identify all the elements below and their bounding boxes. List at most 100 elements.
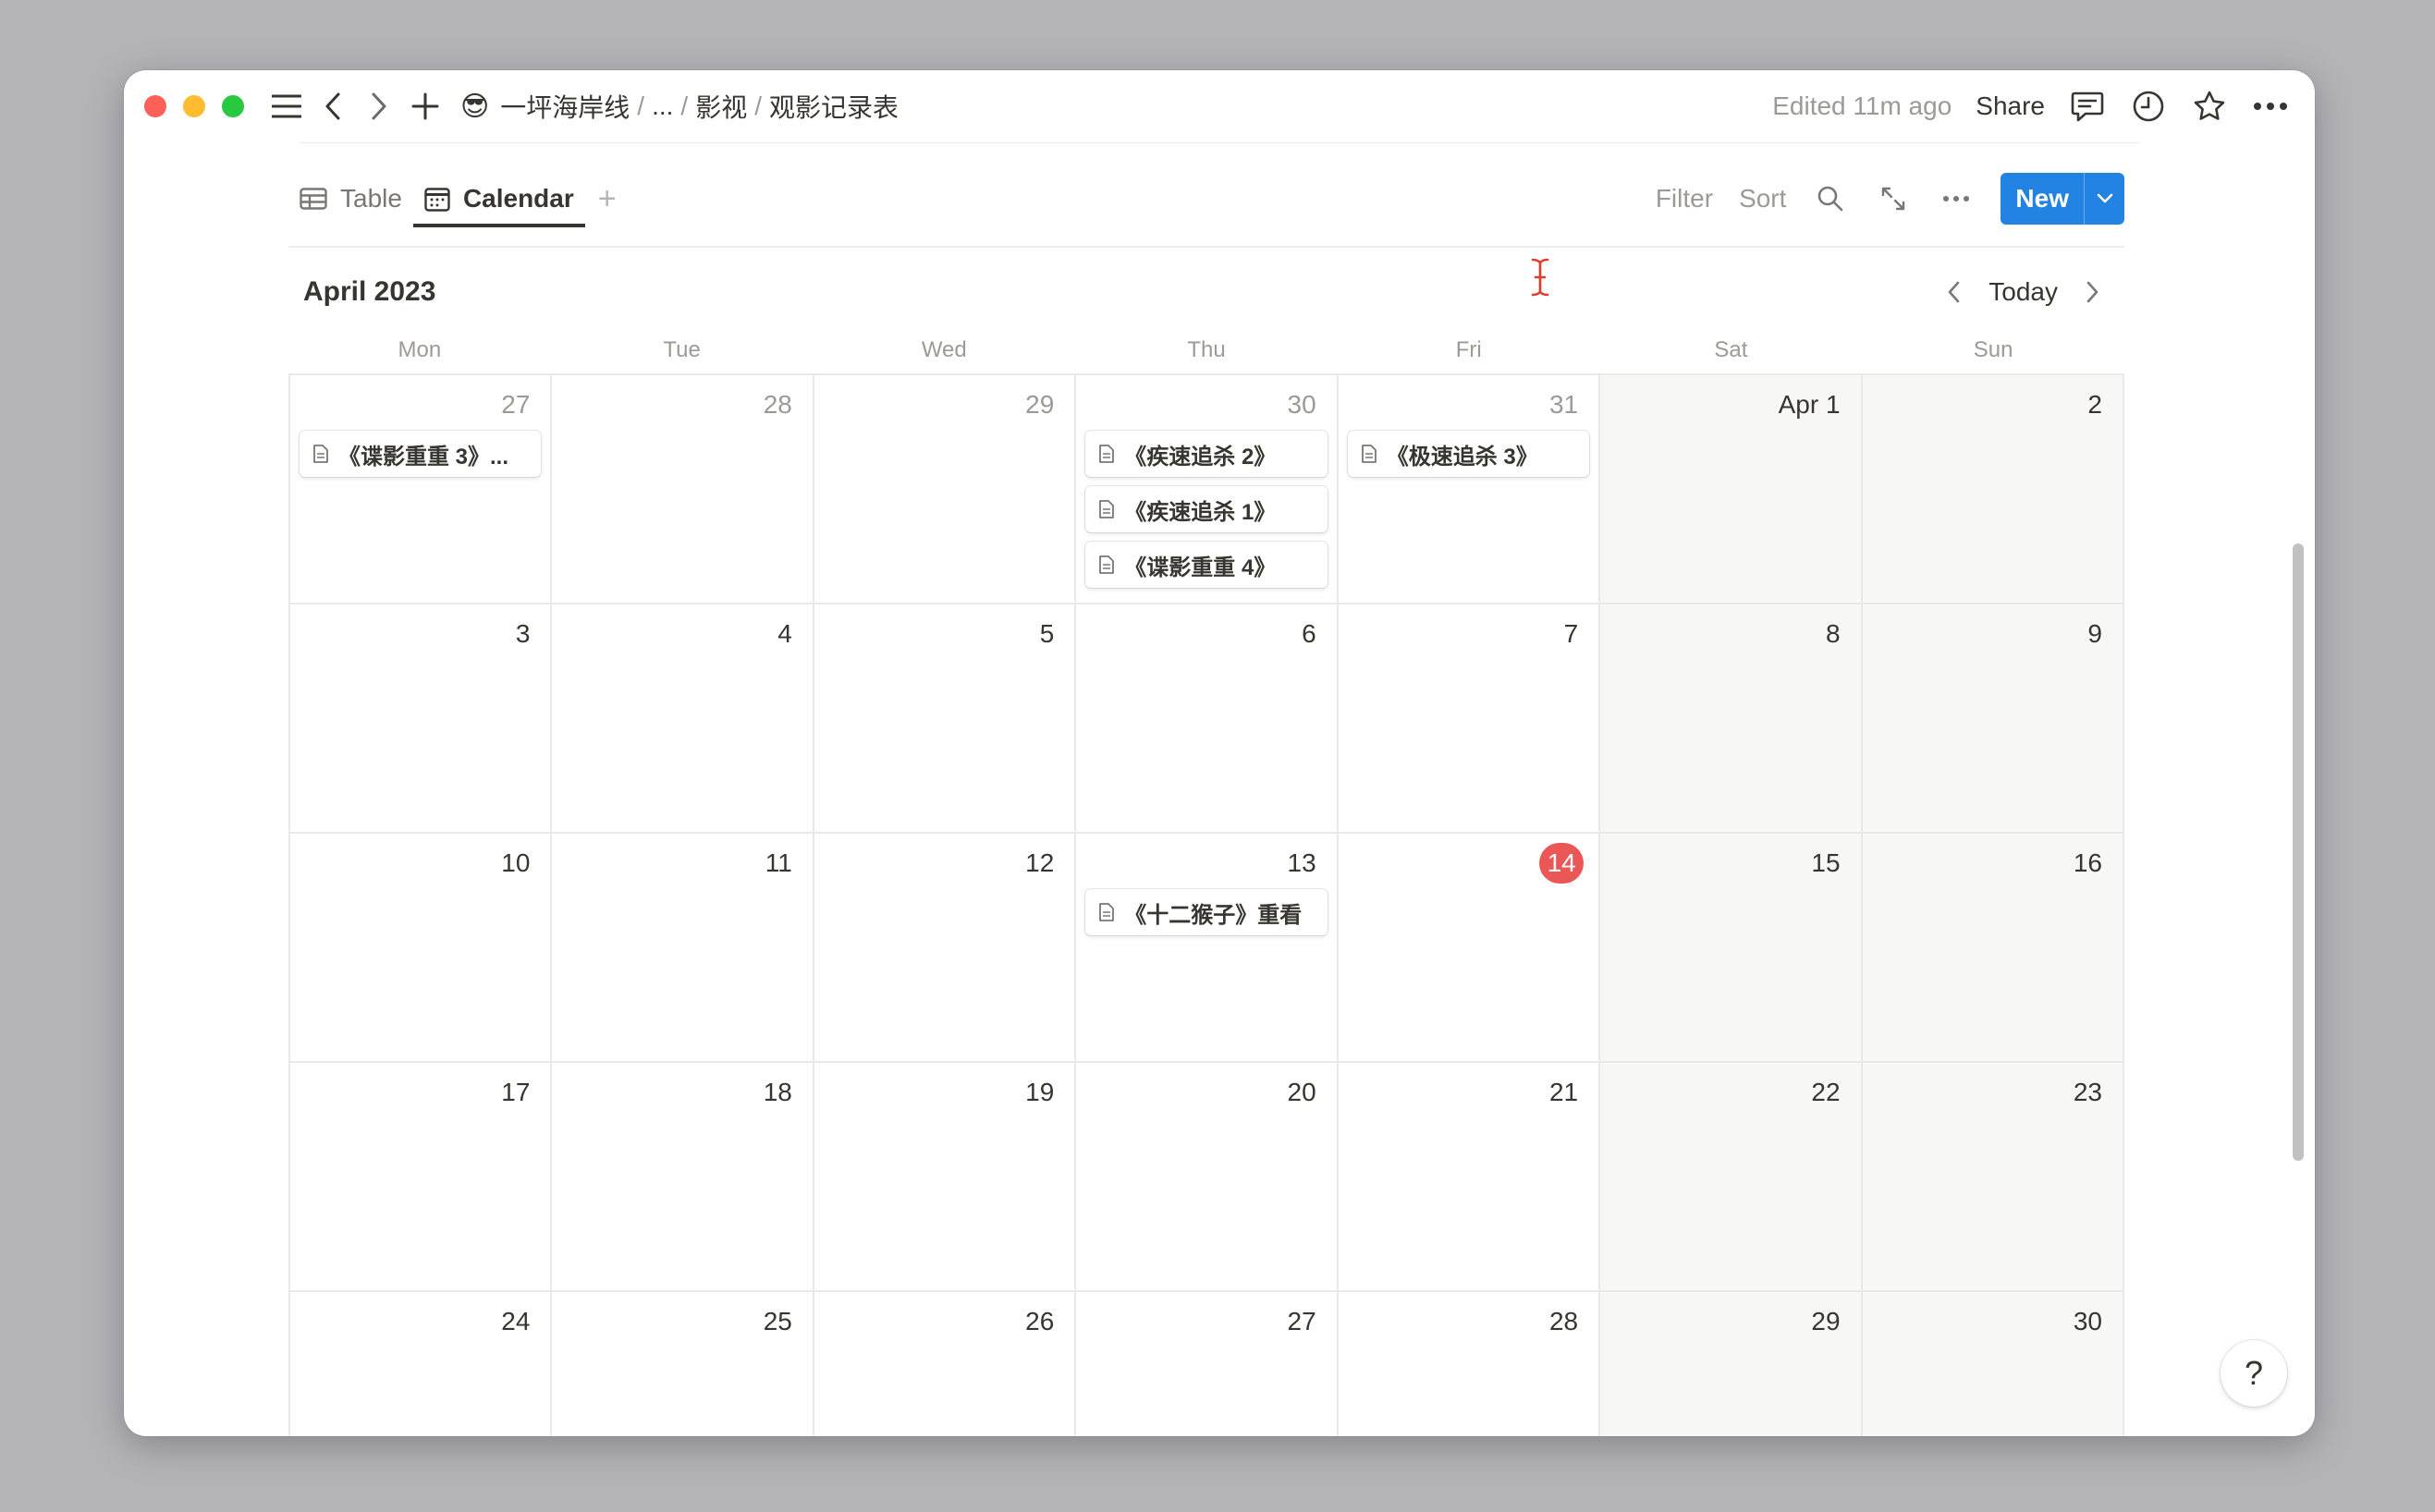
event-card[interactable]: 《疾速追杀 1》 xyxy=(1085,486,1328,532)
calendar-day-cell[interactable]: 28 xyxy=(1338,1292,1601,1436)
day-number: 23 xyxy=(2073,1078,2102,1106)
forward-button[interactable] xyxy=(361,88,398,125)
tab-table[interactable]: Table xyxy=(288,172,413,226)
calendar-day-cell[interactable]: 21 xyxy=(1338,1063,1601,1292)
calendar-day-cell[interactable]: 29 xyxy=(1600,1292,1863,1436)
calendar-day-cell[interactable]: 23 xyxy=(1862,1063,2124,1292)
event-card[interactable]: 《十二猴子》重看 xyxy=(1085,889,1328,935)
maximize-window-button[interactable] xyxy=(222,95,244,117)
calendar-day-cell[interactable]: 2 xyxy=(1862,375,2124,604)
calendar-day-cell[interactable]: 19 xyxy=(814,1063,1077,1292)
day-number: 4 xyxy=(777,619,792,648)
calendar-day-cell[interactable]: 14 xyxy=(1338,834,1601,1063)
view-toolbar-divider xyxy=(288,246,2124,248)
close-window-button[interactable] xyxy=(144,95,166,117)
calendar-day-cell[interactable]: 12 xyxy=(814,834,1077,1063)
calendar-day-cell[interactable]: 29 xyxy=(814,375,1077,604)
minimize-window-button[interactable] xyxy=(183,95,205,117)
calendar-day-cell[interactable]: 20 xyxy=(1076,1063,1339,1292)
calendar-day-cell[interactable]: 27 xyxy=(1076,1292,1339,1436)
clock-icon xyxy=(2133,91,2164,122)
day-number: 27 xyxy=(1287,1307,1316,1335)
calendar-day-cell[interactable]: 5 xyxy=(814,604,1077,834)
view-options-button[interactable] xyxy=(1938,180,1975,217)
calendar-day-cell[interactable]: 4 xyxy=(552,604,814,834)
event-title: 《十二猴子》重看 xyxy=(1124,902,1303,928)
weekday-label: Sat xyxy=(1714,337,1748,362)
today-button[interactable]: Today xyxy=(1988,277,2058,307)
calendar-day-cell[interactable]: 30 《疾速追杀 2》 《疾速追杀 1》 《谍影重重 4》 xyxy=(1076,375,1339,604)
calendar-day-cell[interactable]: 22 xyxy=(1600,1063,1863,1292)
calendar-day-cell[interactable]: 27 《谍影重重 3》... xyxy=(290,375,553,604)
calendar-day-cell[interactable]: 8 xyxy=(1600,604,1863,834)
new-entry-label[interactable]: New xyxy=(2001,173,2084,225)
calendar-day-cell[interactable]: 6 xyxy=(1076,604,1339,834)
day-number: 10 xyxy=(501,848,531,877)
view-actions: Filter Sort New xyxy=(1656,172,2124,226)
calendar-day-cell[interactable]: 17 xyxy=(290,1063,553,1292)
calendar-day-cell[interactable]: Apr 1 xyxy=(1600,375,1863,604)
new-entry-dropdown[interactable] xyxy=(2084,173,2124,225)
help-button[interactable]: ? xyxy=(2221,1340,2287,1407)
tab-table-label: Table xyxy=(340,184,402,213)
breadcrumb-item-collapsed[interactable]: ... xyxy=(646,91,679,121)
more-options-button[interactable] xyxy=(2252,88,2289,125)
filter-button[interactable]: Filter xyxy=(1656,184,1713,213)
share-button[interactable]: Share xyxy=(1976,91,2045,121)
event-card[interactable]: 《谍影重重 3》... xyxy=(300,431,542,477)
day-number: 16 xyxy=(2073,848,2102,877)
day-number: 6 xyxy=(1302,619,1316,648)
breadcrumb-item-workspace[interactable]: 一坪海岸线 xyxy=(495,88,635,125)
calendar-day-cell[interactable]: 10 xyxy=(290,834,553,1063)
ellipsis-icon xyxy=(1943,196,1970,201)
day-number: 13 xyxy=(1287,848,1316,877)
breadcrumb-item-category[interactable]: 影视 xyxy=(690,88,753,125)
new-entry-button[interactable]: New xyxy=(2001,173,2124,225)
calendar-day-cell[interactable]: 31 《极速追杀 3》 xyxy=(1338,375,1601,604)
sidebar-toggle-button[interactable] xyxy=(268,88,305,125)
calendar-day-cell[interactable]: 9 xyxy=(1862,604,2124,834)
calendar-day-cell[interactable]: 11 xyxy=(552,834,814,1063)
back-button[interactable] xyxy=(314,88,351,125)
new-page-button[interactable] xyxy=(407,88,444,125)
day-number: 26 xyxy=(1025,1307,1055,1335)
tab-calendar-label: Calendar xyxy=(462,184,574,213)
day-number: 8 xyxy=(1825,619,1841,648)
ellipsis-icon xyxy=(2254,103,2287,110)
weekday-label: Wed xyxy=(921,337,967,362)
calendar-day-cell[interactable]: 26 xyxy=(814,1292,1077,1436)
calendar-day-cell[interactable]: 7 xyxy=(1338,604,1601,834)
previous-month-button[interactable] xyxy=(1935,274,1972,311)
event-card[interactable]: 《疾速追杀 2》 xyxy=(1085,431,1328,477)
scrollbar[interactable] xyxy=(2293,543,2304,1161)
calendar-icon xyxy=(424,188,450,212)
calendar-day-cell[interactable]: 28 xyxy=(552,375,814,604)
calendar-day-cell[interactable]: 13 《十二猴子》重看 xyxy=(1076,834,1339,1063)
calendar-day-cell[interactable]: 15 xyxy=(1600,834,1863,1063)
calendar-day-cell[interactable]: 3 xyxy=(290,604,553,834)
tab-calendar[interactable]: Calendar xyxy=(412,172,585,227)
comments-button[interactable] xyxy=(2069,88,2106,125)
page-icon xyxy=(1099,555,1115,574)
favorite-button[interactable] xyxy=(2191,88,2228,125)
next-month-button[interactable] xyxy=(2074,274,2111,311)
calendar-day-cell[interactable]: 30 xyxy=(1862,1292,2124,1436)
weekday-header: Mon Tue Wed Thu Fri Sat Sun xyxy=(288,327,2124,373)
calendar-day-cell[interactable]: 18 xyxy=(552,1063,814,1292)
day-number: 30 xyxy=(2073,1307,2102,1335)
breadcrumb-item-page[interactable]: 观影记录表 xyxy=(764,88,904,125)
event-title: 《谍影重重 3》... xyxy=(338,444,509,469)
calendar-day-cell[interactable]: 24 xyxy=(290,1292,553,1436)
add-view-button[interactable]: + xyxy=(585,181,630,217)
updates-button[interactable] xyxy=(2130,88,2167,125)
open-full-page-button[interactable] xyxy=(1875,180,1912,217)
calendar-grid: 27 《谍影重重 3》... 28 29 30 《疾速追杀 2》 《疾速追杀 1》 《谍影重重… xyxy=(288,373,2124,1436)
chevron-right-icon xyxy=(372,92,386,120)
calendar-day-cell[interactable]: 25 xyxy=(552,1292,814,1436)
search-button[interactable] xyxy=(1812,180,1849,217)
calendar-day-cell[interactable]: 16 xyxy=(1862,834,2124,1063)
event-card[interactable]: 《极速追杀 3》 xyxy=(1347,431,1590,477)
event-card[interactable]: 《谍影重重 4》 xyxy=(1085,542,1328,588)
title-bar: 😎 一坪海岸线 / ... / 影视 / 观影记录表 Edited 11m ag… xyxy=(124,70,2315,142)
sort-button[interactable]: Sort xyxy=(1739,184,1786,213)
